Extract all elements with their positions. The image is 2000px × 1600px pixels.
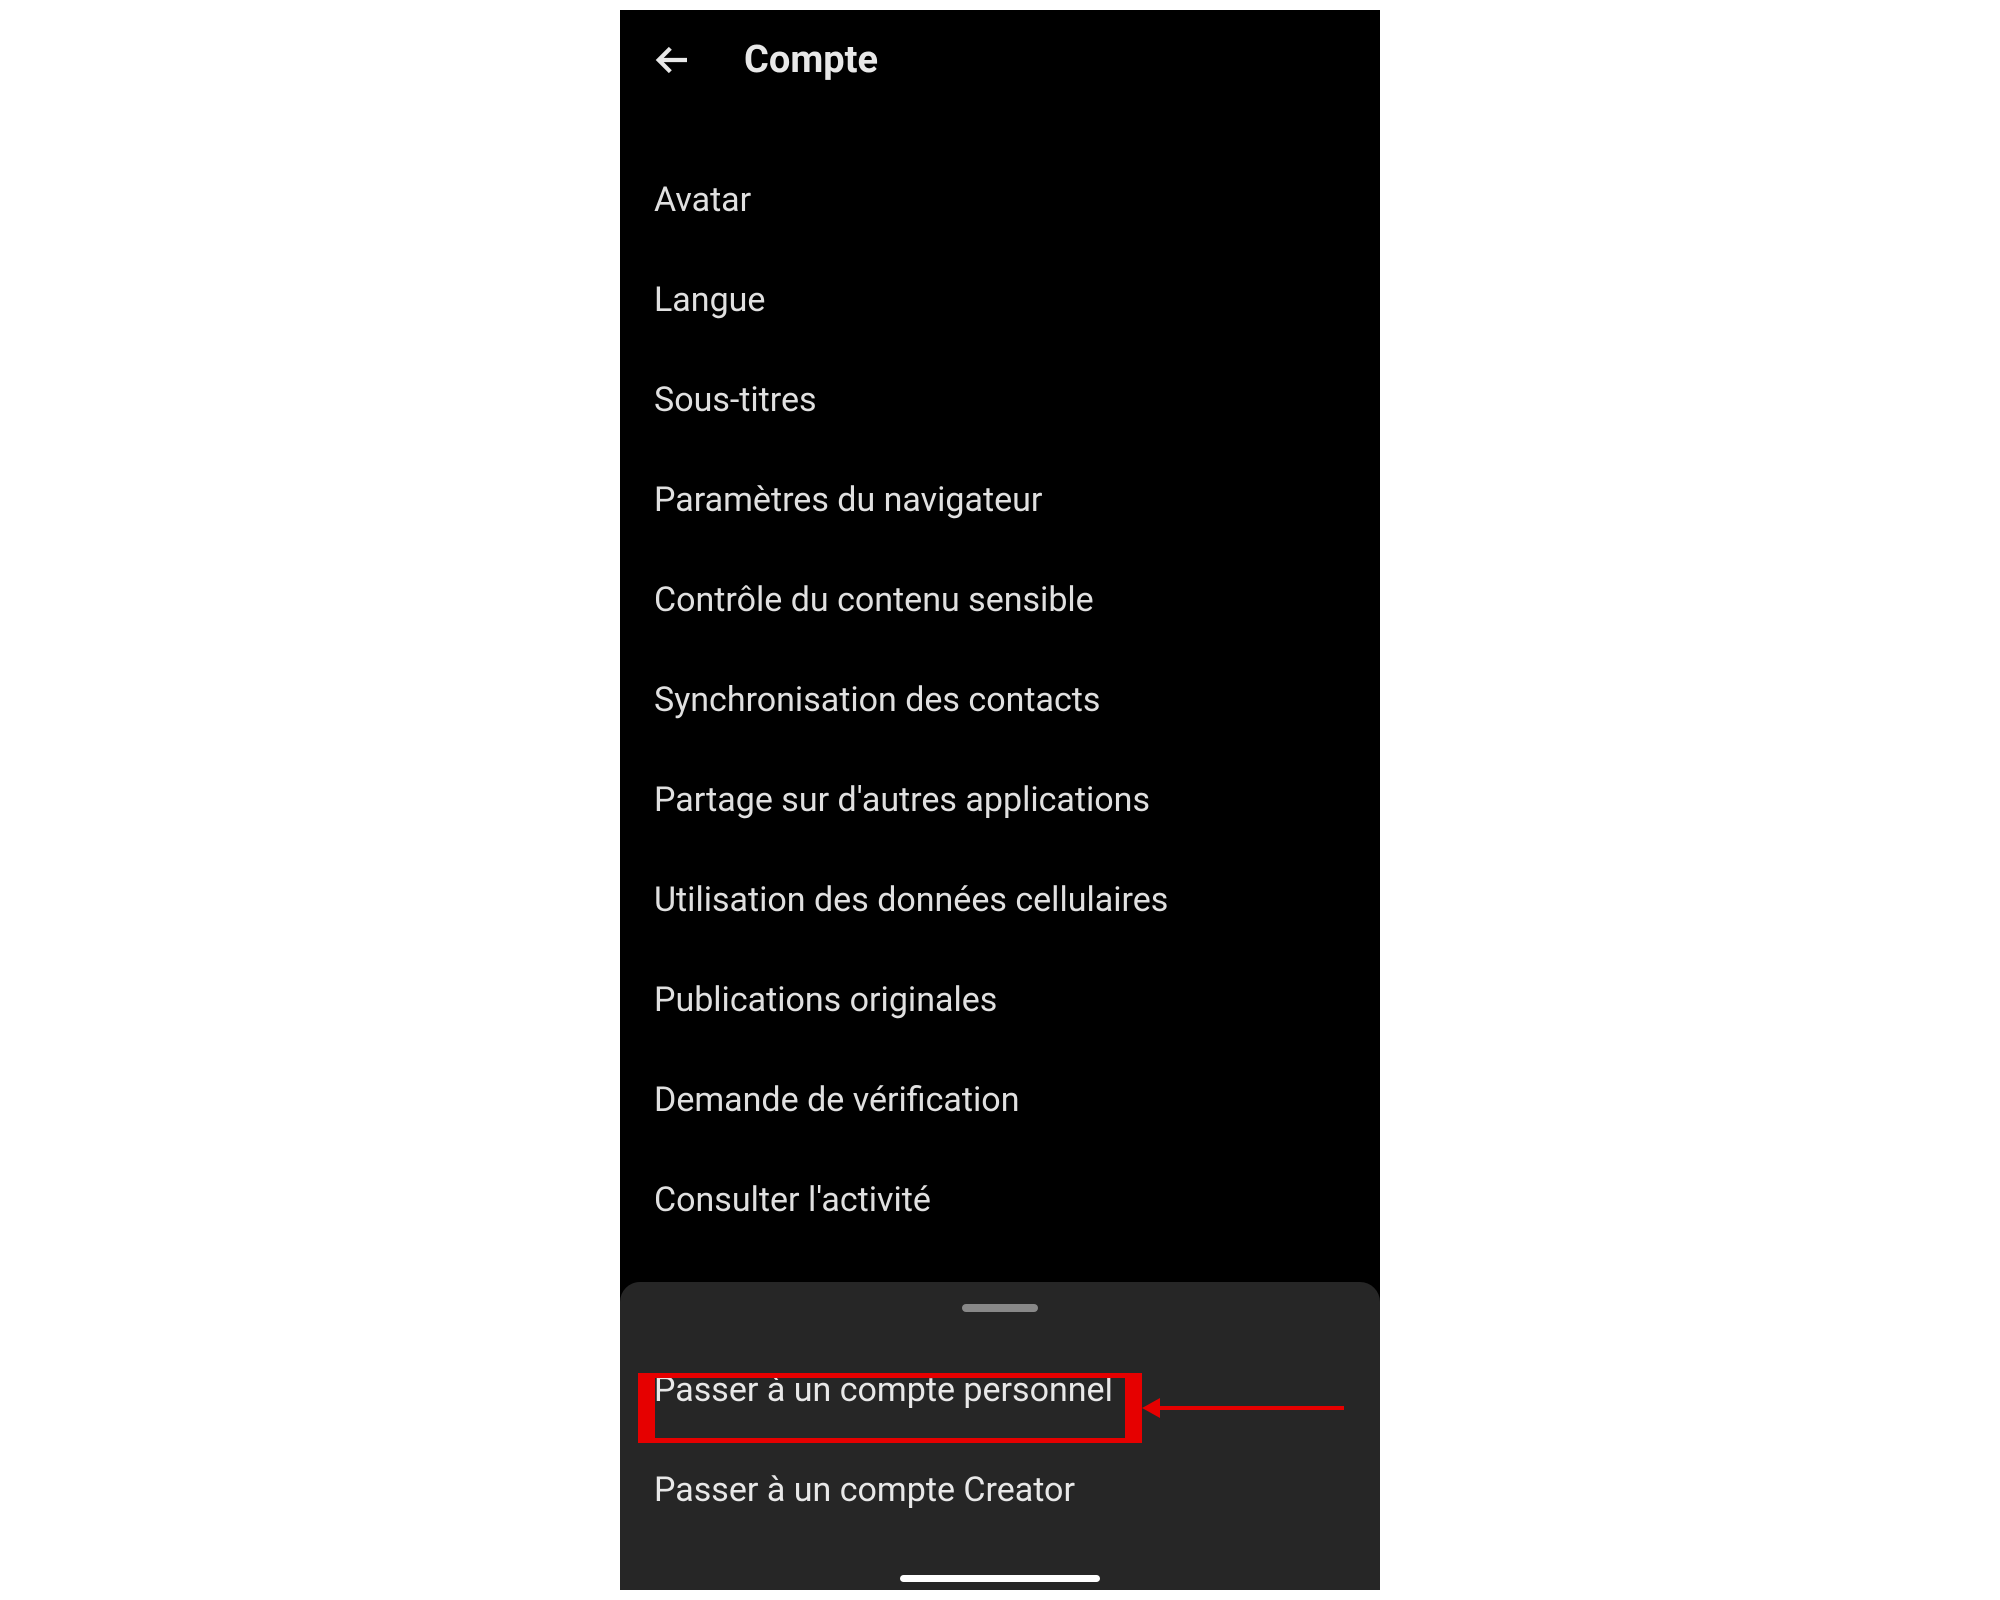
phone-screen: Compte Avatar Langue Sous-titres Paramèt… xyxy=(620,10,1380,1590)
drag-handle[interactable] xyxy=(962,1304,1038,1312)
page-title: Compte xyxy=(744,38,878,82)
settings-menu-list: Avatar Langue Sous-titres Paramètres du … xyxy=(620,110,1380,1250)
menu-item-donnees-cellulaires[interactable]: Utilisation des données cellulaires xyxy=(654,850,1346,950)
back-icon[interactable] xyxy=(650,38,694,82)
menu-item-consulter-activite[interactable]: Consulter l'activité xyxy=(654,1150,1346,1250)
menu-item-publications-originales[interactable]: Publications originales xyxy=(654,950,1346,1050)
bottom-sheet: Passer à un compte personnel Passer à un… xyxy=(620,1282,1380,1590)
sheet-item-compte-creator[interactable]: Passer à un compte Creator xyxy=(620,1440,1380,1540)
menu-item-langue[interactable]: Langue xyxy=(654,250,1346,350)
sheet-item-compte-personnel[interactable]: Passer à un compte personnel xyxy=(620,1340,1380,1440)
menu-item-partage-applications[interactable]: Partage sur d'autres applications xyxy=(654,750,1346,850)
menu-item-synchronisation-contacts[interactable]: Synchronisation des contacts xyxy=(654,650,1346,750)
header: Compte xyxy=(620,10,1380,110)
menu-item-sous-titres[interactable]: Sous-titres xyxy=(654,350,1346,450)
menu-item-avatar[interactable]: Avatar xyxy=(654,150,1346,250)
menu-item-demande-verification[interactable]: Demande de vérification xyxy=(654,1050,1346,1150)
sheet-item-label: Passer à un compte personnel xyxy=(654,1370,1113,1410)
sheet-item-label: Passer à un compte Creator xyxy=(654,1470,1075,1510)
menu-item-parametres-navigateur[interactable]: Paramètres du navigateur xyxy=(654,450,1346,550)
navigation-bar-indicator xyxy=(900,1575,1100,1582)
menu-item-controle-contenu-sensible[interactable]: Contrôle du contenu sensible xyxy=(654,550,1346,650)
